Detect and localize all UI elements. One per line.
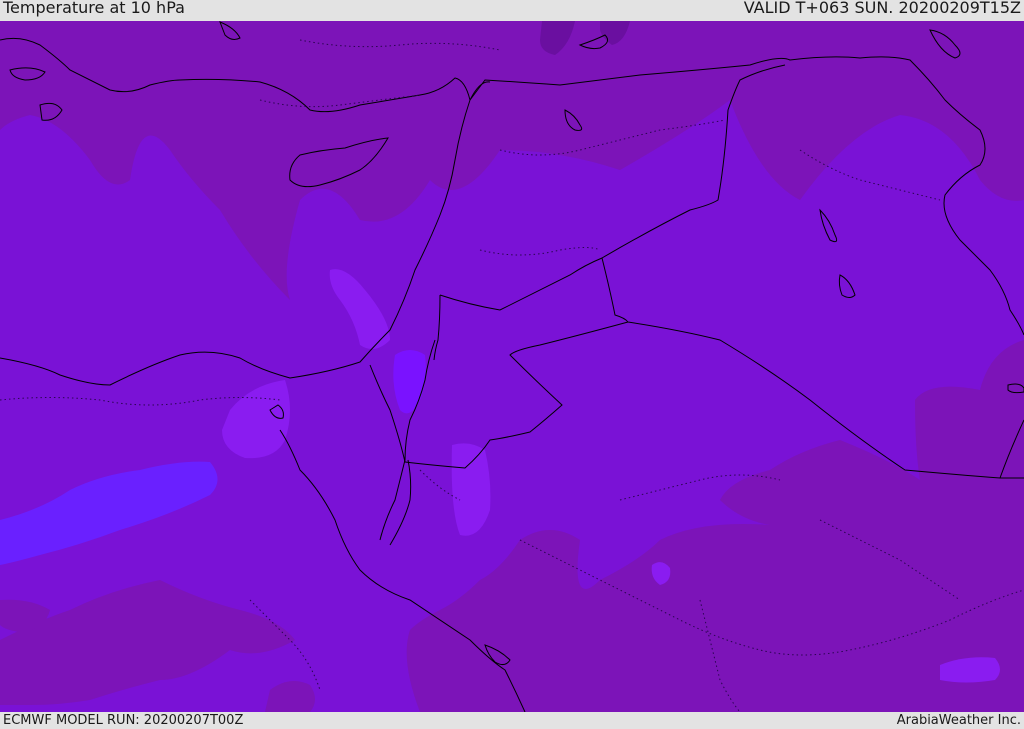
cool-zone-arabia <box>451 443 491 536</box>
header-bar: Temperature at 10 hPa VALID T+063 SUN. 2… <box>0 0 1024 21</box>
credit-label: ArabiaWeather Inc. <box>896 713 1021 728</box>
map-title: Temperature at 10 hPa <box>3 0 185 17</box>
model-run-label: ECMWF MODEL RUN: 20200207T00Z <box>3 713 244 728</box>
weather-map[interactable] <box>0 21 1024 712</box>
valid-time: VALID T+063 SUN. 20200209T15Z <box>743 0 1021 17</box>
map-canvas <box>0 21 1024 712</box>
footer-bar: ECMWF MODEL RUN: 20200207T00Z ArabiaWeat… <box>0 712 1024 729</box>
